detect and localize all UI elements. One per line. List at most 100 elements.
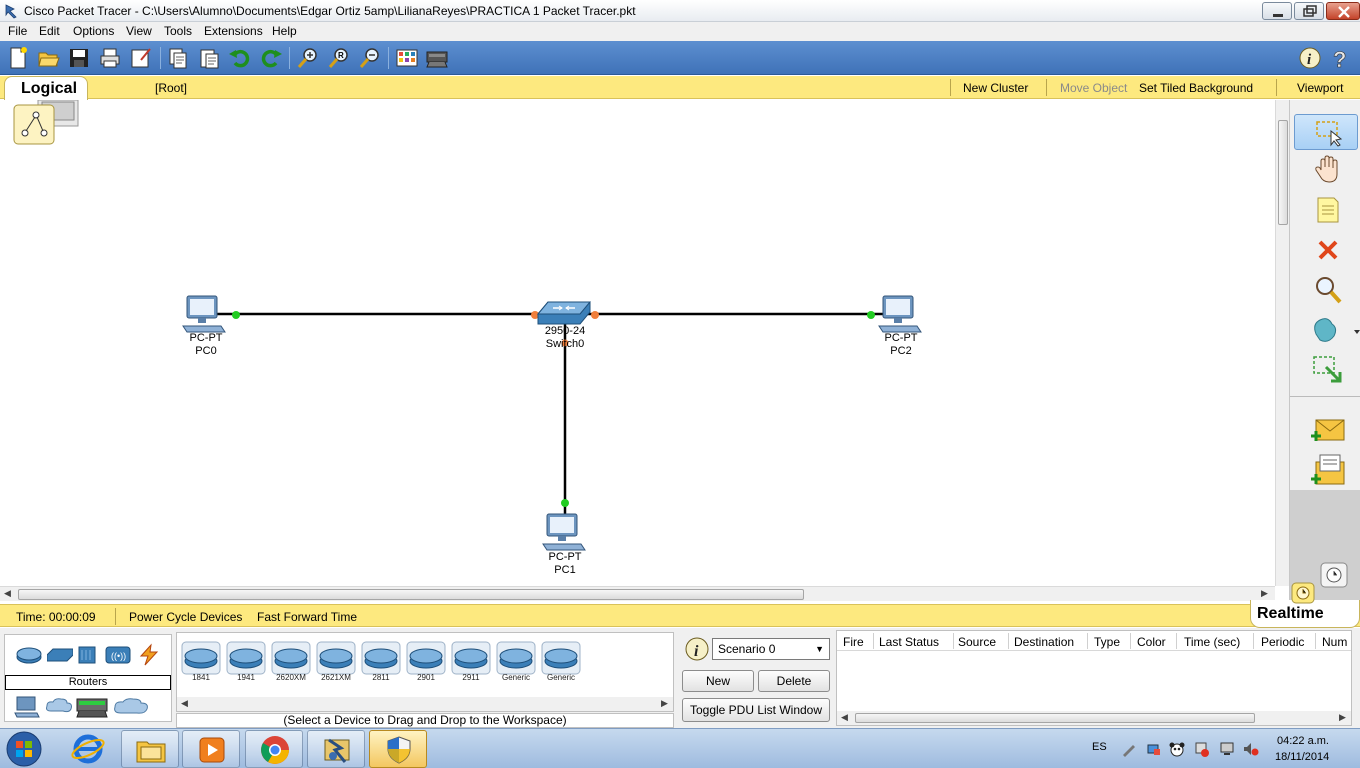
display-tray-icon[interactable] (1219, 741, 1235, 757)
root-breadcrumb[interactable]: [Root] (155, 81, 187, 95)
pen-tray-icon[interactable] (1121, 741, 1137, 757)
device-model-2901[interactable]: 2901 (406, 641, 446, 683)
viewport-button[interactable]: Viewport (1297, 81, 1343, 95)
clock-time[interactable]: 04:22 a.m. (1277, 735, 1329, 747)
col-periodic[interactable]: Periodic (1261, 635, 1304, 649)
col-last-status[interactable]: Last Status (879, 635, 939, 649)
paste-icon[interactable] (197, 46, 221, 70)
device-scroll-left-arrow[interactable]: ◀ (181, 698, 188, 709)
device-model-generic-1[interactable]: Generic (496, 641, 536, 683)
activity-wizard-icon[interactable] (129, 46, 153, 70)
device-model-2620xm[interactable]: 2620XM (271, 641, 311, 683)
menu-view[interactable]: View (126, 24, 152, 38)
workspace-vertical-scrollbar[interactable] (1275, 100, 1289, 586)
device-list-scrollbar[interactable]: ◀ ▶ (177, 697, 673, 711)
close-button[interactable] (1326, 2, 1360, 20)
pc2-device-icon[interactable] (878, 295, 922, 333)
scroll-right-arrow[interactable]: ▶ (1261, 588, 1268, 599)
device-model-2911[interactable]: 2911 (451, 641, 491, 683)
add-complex-pdu-tool[interactable] (1306, 452, 1346, 488)
taskbar-packet-tracer[interactable] (307, 730, 365, 768)
zoom-out-icon[interactable] (358, 46, 382, 70)
undo-icon[interactable] (228, 46, 252, 70)
device-model-1941[interactable]: 1941 (226, 641, 266, 683)
menu-options[interactable]: Options (73, 24, 114, 38)
taskbar-security-shield[interactable] (369, 730, 427, 768)
menu-extensions[interactable]: Extensions (204, 24, 263, 38)
resize-shape-tool[interactable] (1306, 352, 1346, 388)
logical-tab[interactable]: Logical (4, 76, 88, 100)
device-model-2621xm[interactable]: 2621XM (316, 641, 356, 683)
fast-forward-time-button[interactable]: Fast Forward Time (257, 610, 357, 624)
palette-icon[interactable] (395, 46, 419, 70)
zoom-reset-icon[interactable]: R (327, 46, 351, 70)
delete-scenario-button[interactable]: Delete (758, 670, 830, 692)
toggle-pdu-list-button[interactable]: Toggle PDU List Window (682, 698, 830, 722)
device-model-generic-2[interactable]: Generic (541, 641, 581, 683)
pc1-device-icon[interactable] (542, 513, 586, 551)
simulation-mode-icon[interactable] (1320, 562, 1348, 588)
pdu-scroll-right-arrow[interactable]: ▶ (1339, 712, 1346, 723)
place-note-tool[interactable] (1306, 192, 1346, 228)
col-fire[interactable]: Fire (843, 635, 864, 649)
info-icon[interactable]: i (1298, 46, 1322, 70)
col-time-sec[interactable]: Time (sec) (1184, 635, 1240, 649)
taskbar-chrome[interactable] (245, 730, 303, 768)
device-model-2811[interactable]: 2811 (361, 641, 401, 683)
taskbar-explorer[interactable] (121, 730, 179, 768)
switches-category-icon[interactable] (47, 647, 73, 663)
horizontal-scroll-thumb[interactable] (18, 589, 804, 600)
scroll-left-arrow[interactable]: ◀ (4, 588, 11, 599)
routers-category-icon[interactable] (15, 645, 43, 665)
vertical-scroll-thumb[interactable] (1278, 120, 1288, 225)
volume-muted-icon[interactable] (1243, 741, 1259, 757)
new-scenario-button[interactable]: New (682, 670, 754, 692)
save-icon[interactable] (67, 46, 91, 70)
realtime-tab[interactable]: Realtime (1250, 582, 1360, 628)
help-icon[interactable]: ? (1329, 46, 1353, 70)
pdu-scroll-thumb[interactable] (855, 713, 1255, 723)
action-center-tray-icon[interactable] (1194, 741, 1210, 757)
hubs-category-icon[interactable] (77, 645, 97, 665)
menu-file[interactable]: File (8, 24, 27, 38)
minimize-button[interactable] (1262, 2, 1292, 20)
menu-edit[interactable]: Edit (39, 24, 60, 38)
inspect-tool[interactable] (1306, 272, 1346, 308)
col-type[interactable]: Type (1094, 635, 1120, 649)
set-tiled-background-button[interactable]: Set Tiled Background (1139, 81, 1253, 95)
wan-emulation-category-icon[interactable] (45, 697, 73, 715)
panda-tray-icon[interactable] (1169, 741, 1185, 757)
network-tray-icon[interactable] (1146, 741, 1162, 757)
logical-workspace[interactable]: PC-PT PC0 2950-24 Switch0 PC-PT PC2 PC-P… (0, 100, 1275, 586)
open-icon[interactable] (37, 46, 61, 70)
col-destination[interactable]: Destination (1014, 635, 1074, 649)
input-language[interactable]: ES (1092, 741, 1107, 753)
custom-devices-category-icon[interactable] (75, 689, 109, 719)
select-tool[interactable] (1294, 114, 1358, 150)
zoom-in-icon[interactable] (296, 46, 320, 70)
power-cycle-devices-button[interactable]: Power Cycle Devices (129, 610, 242, 624)
switch0-device-icon[interactable] (536, 301, 592, 325)
restore-button[interactable] (1294, 2, 1324, 20)
connections-category-icon[interactable] (137, 643, 161, 667)
workspace-horizontal-scrollbar[interactable]: ◀ ▶ (0, 586, 1275, 601)
move-object-button[interactable]: Move Object (1060, 81, 1127, 95)
new-cluster-button[interactable]: New Cluster (963, 81, 1028, 95)
pdu-list-scrollbar[interactable]: ◀ ▶ (837, 711, 1351, 725)
menu-help[interactable]: Help (272, 24, 297, 38)
print-icon[interactable] (98, 46, 122, 70)
multiuser-category-icon[interactable] (113, 697, 149, 717)
end-devices-category-icon[interactable] (13, 695, 41, 719)
new-icon[interactable] (6, 46, 30, 70)
move-layout-tool[interactable] (1306, 152, 1346, 188)
device-model-1841[interactable]: 1841 (181, 641, 221, 683)
wireless-category-icon[interactable]: ((•)) (105, 645, 131, 665)
internet-explorer-icon[interactable] (70, 733, 106, 765)
clock-date[interactable]: 18/11/2014 (1275, 751, 1329, 763)
col-color[interactable]: Color (1137, 635, 1166, 649)
custom-device-icon[interactable] (425, 46, 449, 70)
cluster-navigation-icon[interactable] (13, 100, 79, 145)
col-num[interactable]: Num (1322, 635, 1347, 649)
scenario-info-icon[interactable]: i (684, 636, 710, 662)
scenario-select[interactable]: Scenario 0 ▼ (712, 638, 830, 660)
